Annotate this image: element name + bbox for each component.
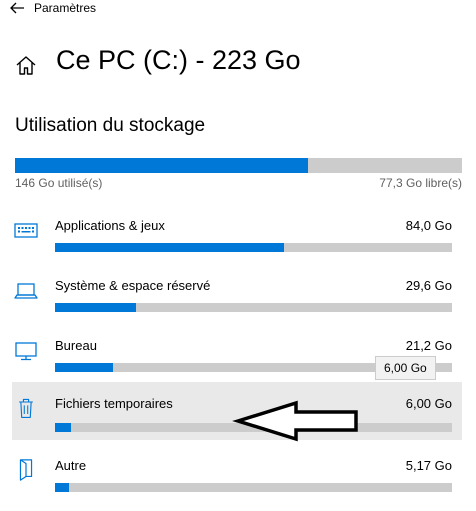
section-title: Utilisation du stockage	[15, 115, 206, 136]
annotation-arrow-icon	[232, 400, 358, 442]
category-size: 29,6 Go	[405, 278, 452, 293]
category-usage-bar-fill	[55, 243, 285, 252]
category-usage-bar	[55, 243, 452, 252]
category-usage-bar-fill	[55, 303, 136, 312]
trash-icon	[19, 398, 33, 418]
category-apps-games[interactable]: Applications & jeux 84,0 Go	[12, 210, 462, 268]
category-name: Autre	[55, 458, 87, 473]
category-usage-bar	[55, 483, 452, 492]
total-storage-bar-fill	[15, 158, 308, 173]
back-button[interactable]	[8, 0, 26, 16]
monitor-icon	[15, 342, 37, 361]
app-title: Paramètres	[34, 1, 97, 15]
category-name: Bureau	[55, 338, 97, 353]
laptop-icon	[14, 283, 38, 299]
size-tooltip: 6,00 Go	[375, 356, 436, 380]
category-size: 5,17 Go	[405, 458, 452, 473]
category-usage-bar-fill	[55, 483, 70, 492]
keyboard-icon	[14, 223, 38, 238]
category-other[interactable]: Autre 5,17 Go	[12, 450, 462, 508]
category-size: 84,0 Go	[405, 218, 452, 233]
document-icon	[19, 459, 33, 481]
back-arrow-icon	[10, 2, 24, 14]
title-bar: Paramètres	[0, 0, 476, 22]
category-usage-bar	[55, 303, 452, 312]
category-name: Applications & jeux	[55, 218, 165, 233]
category-usage-bar-fill	[55, 363, 113, 372]
category-size: 6,00 Go	[405, 396, 452, 411]
category-name: Fichiers temporaires	[55, 396, 173, 411]
category-size: 21,2 Go	[405, 338, 452, 353]
category-name: Système & espace réservé	[55, 278, 211, 293]
free-space-label: 77,3 Go libre(s)	[379, 176, 462, 190]
category-system-reserved[interactable]: Système & espace réservé 29,6 Go	[12, 270, 462, 328]
home-icon	[16, 56, 36, 75]
used-space-label: 146 Go utilisé(s)	[15, 176, 103, 190]
category-usage-bar-fill	[55, 423, 72, 432]
total-storage-bar	[15, 158, 462, 173]
page-title: Ce PC (C:) - 223 Go	[56, 45, 301, 75]
